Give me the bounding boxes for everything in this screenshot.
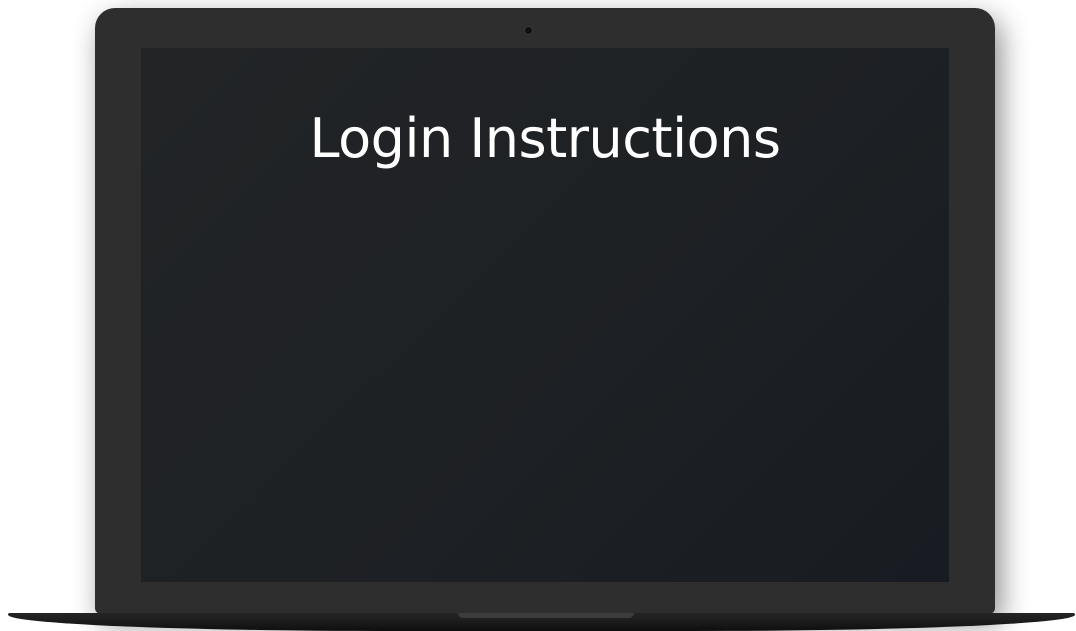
laptop-base (8, 613, 1075, 631)
laptop-frame: Login Instructions (95, 8, 995, 614)
camera-icon (525, 27, 532, 34)
stage: Login Instructions (0, 0, 1076, 631)
hinge-notch (458, 613, 634, 618)
page-title: Login Instructions (309, 107, 782, 170)
laptop-screen: Login Instructions (141, 48, 949, 582)
